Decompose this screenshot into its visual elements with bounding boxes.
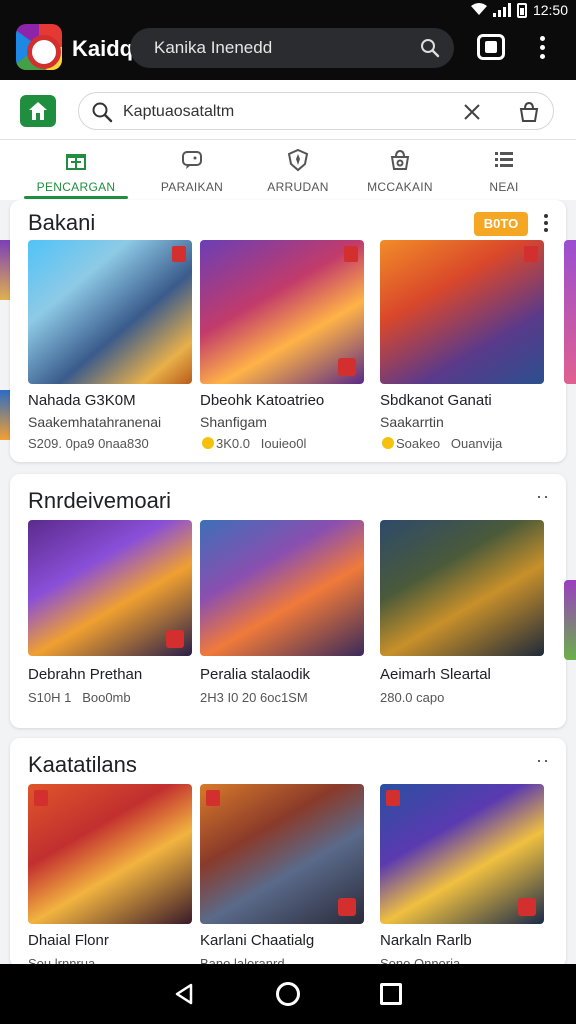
tab-mccakain[interactable]: MCCAKAIN xyxy=(348,140,452,200)
new-badge-icon xyxy=(34,790,48,806)
coin-icon xyxy=(382,437,394,449)
carousel-peek-left xyxy=(0,240,10,300)
game-thumbnail xyxy=(28,784,192,924)
chat-icon xyxy=(182,151,202,169)
list-icon xyxy=(495,152,513,167)
game-thumbnail xyxy=(28,240,192,384)
section-card: Kaatatilans ·· Dhaial Flonr Sou lrnnrua … xyxy=(10,738,566,968)
coin-icon xyxy=(202,437,214,449)
game-title: Debrahn Prethan xyxy=(28,666,143,683)
url-bar[interactable]: Kanika Inenedd xyxy=(130,28,454,68)
tab-pencargan[interactable]: PENCARGAN xyxy=(24,140,128,200)
shield-icon xyxy=(287,148,309,172)
more-options-icon[interactable] xyxy=(544,214,550,235)
wifi-icon xyxy=(470,2,487,19)
game-meta: 2H3 I0 20 6oc1SM xyxy=(200,690,308,705)
signal-icon xyxy=(492,3,511,17)
app-logo[interactable] xyxy=(16,24,62,70)
game-subtitle: Shanfigam xyxy=(200,414,267,430)
new-badge-icon xyxy=(206,790,220,806)
game-meta: 280.0 capo xyxy=(380,690,445,705)
home-icon xyxy=(29,102,47,120)
game-meta: Soakeo Ouanvija xyxy=(380,436,502,451)
tab-label: PENCARGAN xyxy=(36,180,116,194)
game-thumbnail xyxy=(28,520,192,656)
tab-paraikan[interactable]: PARAIKAN xyxy=(140,140,244,200)
system-navigation-bar xyxy=(0,964,576,1024)
tab-label: ARRUDAN xyxy=(267,180,329,194)
clear-icon[interactable] xyxy=(461,101,483,128)
search-icon[interactable] xyxy=(420,38,440,58)
tabs-icon[interactable] xyxy=(477,34,505,60)
game-title: Nahada G3K0M xyxy=(28,392,136,409)
url-text: Kanika Inenedd xyxy=(154,38,273,57)
carousel-peek-right xyxy=(564,240,576,384)
game-title: Narkaln Rarlb xyxy=(380,932,472,949)
rating-badge-icon xyxy=(338,358,356,376)
search-input[interactable]: Kaptuaosataltm xyxy=(123,103,234,121)
cart-icon[interactable] xyxy=(517,100,541,129)
game-title: Dhaial Flonr xyxy=(28,932,109,949)
screen: 12:50 Kaidq Kanika Inenedd Kaptuaosatalt… xyxy=(0,0,576,1024)
rating-badge-icon xyxy=(518,898,536,916)
more-options-icon[interactable]: ·· xyxy=(536,750,550,771)
game-thumbnail xyxy=(380,520,544,656)
game-thumbnail xyxy=(200,240,364,384)
game-meta: S209. 0pa9 0naa830 xyxy=(28,436,149,451)
more-options-icon[interactable]: ·· xyxy=(536,486,550,507)
back-icon[interactable] xyxy=(172,982,196,1011)
game-thumbnail xyxy=(200,520,364,656)
bag-icon xyxy=(390,149,410,170)
new-badge-icon xyxy=(172,246,186,262)
game-title: Dbeohk Katoatrieo xyxy=(200,392,325,409)
carousel-peek-right xyxy=(564,580,576,660)
game-thumbnail xyxy=(380,240,544,384)
gift-icon xyxy=(66,154,86,170)
tab-label: NEAI xyxy=(489,180,519,194)
search-box[interactable]: Kaptuaosataltm xyxy=(78,92,554,130)
home-button[interactable] xyxy=(20,95,56,127)
tab-label: MCCAKAIN xyxy=(367,180,433,194)
section-title: Rnrdeivemoari xyxy=(28,488,172,513)
category-tabs: PENCARGAN PARAIKAN ARRUDAN MCCAKAIN NEAI xyxy=(0,140,576,200)
battery-icon xyxy=(516,2,527,18)
app-name: Kaidq xyxy=(72,36,134,61)
status-bar: 12:50 xyxy=(470,0,568,20)
active-tab-indicator xyxy=(24,196,128,199)
section-card: Rnrdeivemoari ·· Debrahn Prethan S10H 1 … xyxy=(10,474,566,728)
game-title: Karlani Chaatialg xyxy=(200,932,315,949)
section-card: Bakani B0TO Nahada G3K0M Saakemhatahrane… xyxy=(10,200,566,462)
section-title: Kaatatilans xyxy=(28,752,137,777)
game-subtitle: Saakarrtin xyxy=(380,414,444,430)
recents-icon[interactable] xyxy=(380,983,402,1005)
game-meta: 3K0.0 Iouieo0l xyxy=(200,436,306,451)
tab-arrudan[interactable]: ARRUDAN xyxy=(246,140,350,200)
overflow-menu-icon[interactable] xyxy=(536,36,548,62)
game-thumbnail xyxy=(380,784,544,924)
status-time: 12:50 xyxy=(532,2,568,18)
game-meta: S10H 1 Boo0mb xyxy=(28,690,131,705)
browser-top-bar: 12:50 Kaidq Kanika Inenedd xyxy=(0,0,576,80)
game-title: Aeimarh Sleartal xyxy=(380,666,491,683)
search-icon[interactable] xyxy=(91,101,113,128)
game-title: Peralia stalaodik xyxy=(200,666,311,683)
carousel-peek-left xyxy=(0,390,10,440)
rating-badge-icon xyxy=(166,630,184,648)
game-title: Sbdkanot Ganati xyxy=(380,392,492,409)
tab-label: PARAIKAN xyxy=(160,180,224,194)
section-badge-button[interactable]: B0TO xyxy=(474,212,528,236)
game-thumbnail xyxy=(200,784,364,924)
new-badge-icon xyxy=(524,246,538,262)
section-title: Bakani xyxy=(28,210,96,235)
site-header: Kaptuaosataltm xyxy=(0,80,576,140)
new-badge-icon xyxy=(386,790,400,806)
rating-badge-icon xyxy=(338,898,356,916)
home-circle-icon[interactable] xyxy=(276,982,300,1006)
new-badge-icon xyxy=(344,246,358,262)
tab-neai[interactable]: NEAI xyxy=(454,140,554,200)
game-subtitle: Saakemhatahranenai xyxy=(28,414,162,430)
